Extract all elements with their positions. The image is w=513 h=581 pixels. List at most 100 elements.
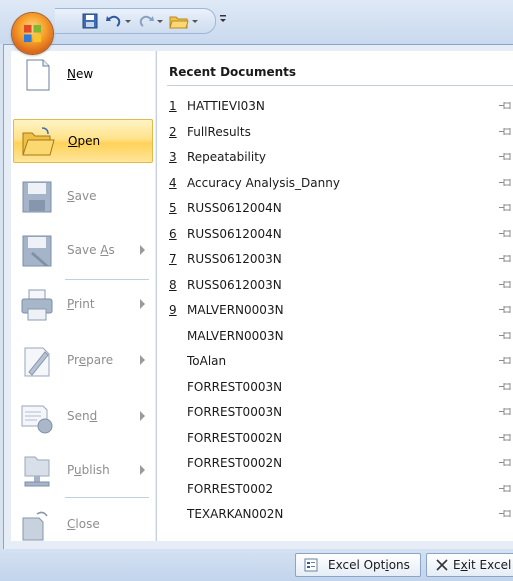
recent-document-name: HATTIEVI03N [187, 99, 265, 113]
recent-document-name: FORREST0002N [187, 456, 283, 470]
recent-documents-panel: Recent Documents 1 HATTIEVI03N 2 FullResult… [156, 51, 513, 541]
recent-document-item[interactable]: TEXARKAN002N [169, 503, 513, 525]
save-as-icon [22, 235, 52, 267]
redo-dropdown-icon[interactable] [156, 12, 164, 30]
recent-document-item[interactable]: 4 Accuracy Analysis_Danny [169, 172, 513, 194]
recent-document-name: MALVERN0003N [187, 328, 284, 343]
recent-document-name: FORREST0002 [187, 481, 274, 496]
menu-item-publish[interactable]: Publish [13, 449, 153, 493]
recent-document-item[interactable]: 5 RUSS0612004N [169, 197, 513, 219]
close-document-icon [22, 511, 48, 541]
menu-item-label: Send [67, 409, 98, 423]
pin-icon[interactable] [499, 433, 513, 442]
header-divider [167, 85, 513, 86]
exit-x-icon [436, 559, 448, 571]
pin-icon[interactable] [499, 509, 513, 518]
submenu-arrow-icon [140, 245, 145, 255]
recent-document-item[interactable]: 3 Repeatability [169, 146, 513, 168]
menu-item-send[interactable]: Send [13, 395, 153, 439]
recent-document-name: FORREST0003N [187, 379, 283, 394]
recent-document-number: 6 [169, 226, 177, 241]
recent-document-item[interactable]: 6 RUSS0612004N [169, 223, 513, 245]
recent-document-name: RUSS0612004N [187, 201, 282, 215]
recent-document-item[interactable]: 2 FullResults [169, 121, 513, 143]
redo-icon[interactable] [137, 12, 155, 30]
menu-item-save[interactable]: Save [13, 175, 153, 219]
save-icon[interactable] [81, 12, 99, 30]
menu-item-open[interactable]: Open [13, 119, 153, 163]
recent-document-name: RUSS0612003N [187, 277, 282, 292]
pin-icon[interactable] [499, 152, 513, 161]
publish-icon [24, 456, 50, 487]
options-icon [304, 558, 318, 572]
open-dropdown-icon[interactable] [191, 12, 199, 30]
title-bar [0, 0, 513, 44]
open-folder-icon[interactable] [169, 12, 189, 30]
submenu-arrow-icon [140, 411, 145, 421]
save-disk-icon [22, 181, 52, 213]
new-document-icon [26, 59, 50, 91]
customize-icon[interactable] [218, 12, 228, 26]
recent-document-item[interactable]: ToAlan [169, 350, 513, 372]
pin-icon[interactable] [499, 331, 513, 340]
recent-document-item[interactable]: FORREST0002N [169, 427, 513, 449]
recent-document-item[interactable]: 7 RUSS0612003N [169, 248, 513, 270]
pin-icon[interactable] [499, 305, 513, 314]
excel-options-button[interactable]: Excel Options [295, 553, 421, 577]
menu-separator [65, 497, 149, 498]
menu-item-new[interactable]: New [13, 53, 153, 97]
pin-icon[interactable] [499, 484, 513, 493]
recent-document-item[interactable]: FORREST0003N [169, 401, 513, 423]
recent-document-number: 8 [169, 277, 177, 292]
office-menu: New Open Save Save As Print Prepare Send… [3, 44, 513, 551]
menu-item-print[interactable]: Print [13, 283, 153, 327]
pin-icon[interactable] [499, 407, 513, 416]
submenu-arrow-icon [140, 299, 145, 309]
pin-icon[interactable] [499, 356, 513, 365]
pin-icon[interactable] [499, 101, 513, 110]
menu-item-close[interactable]: Close [13, 503, 153, 547]
recent-document-name: RUSS0612004N [187, 226, 282, 241]
recent-document-number: 2 [169, 124, 177, 139]
recent-document-item[interactable]: 9 MALVERN0003N [169, 299, 513, 321]
undo-icon[interactable] [105, 12, 123, 30]
recent-document-item[interactable]: MALVERN0003N [169, 325, 513, 347]
excel-options-label: Excel Options [328, 558, 410, 572]
pin-icon[interactable] [499, 178, 513, 187]
recent-document-item[interactable]: FORREST0002 [169, 478, 513, 500]
menu-item-save-as[interactable]: Save As [13, 229, 153, 273]
menu-item-prepare[interactable]: Prepare [13, 339, 153, 383]
pin-icon[interactable] [499, 458, 513, 467]
recent-document-number: 3 [169, 150, 177, 164]
recent-document-item[interactable]: FORREST0002N [169, 452, 513, 474]
menu-item-label: New [67, 67, 94, 81]
open-folder-icon [22, 127, 55, 156]
menu-item-label: Prepare [67, 353, 114, 367]
recent-document-number: 4 [169, 175, 177, 190]
menu-item-label: Open [68, 134, 101, 148]
exit-excel-label: Exit Excel [453, 558, 512, 572]
office-button[interactable] [12, 13, 53, 54]
printer-icon [21, 289, 53, 321]
pin-icon[interactable] [499, 254, 513, 263]
pin-icon[interactable] [499, 280, 513, 289]
pin-icon[interactable] [499, 203, 513, 212]
exit-excel-button[interactable]: Exit Excel [426, 553, 513, 577]
recent-document-number: 7 [169, 252, 177, 266]
submenu-arrow-icon [140, 465, 145, 475]
recent-document-name: ToAlan [187, 354, 227, 368]
pin-icon[interactable] [499, 229, 513, 238]
pin-icon[interactable] [499, 127, 513, 136]
pin-icon[interactable] [499, 382, 513, 391]
recent-document-item[interactable]: FORREST0003N [169, 376, 513, 398]
recent-document-item[interactable]: 1 HATTIEVI03N [169, 95, 513, 117]
send-icon [21, 405, 53, 434]
undo-dropdown-icon[interactable] [124, 12, 132, 30]
menu-item-label: Save [67, 189, 97, 203]
quick-access-toolbar [55, 8, 216, 34]
recent-document-item[interactable]: 8 RUSS0612003N [169, 274, 513, 296]
recent-document-name: RUSS0612003N [187, 252, 282, 266]
recent-document-name: Repeatability [187, 150, 267, 164]
recent-document-name: FORREST0002N [187, 430, 283, 445]
recent-documents-header: Recent Documents [169, 65, 297, 79]
